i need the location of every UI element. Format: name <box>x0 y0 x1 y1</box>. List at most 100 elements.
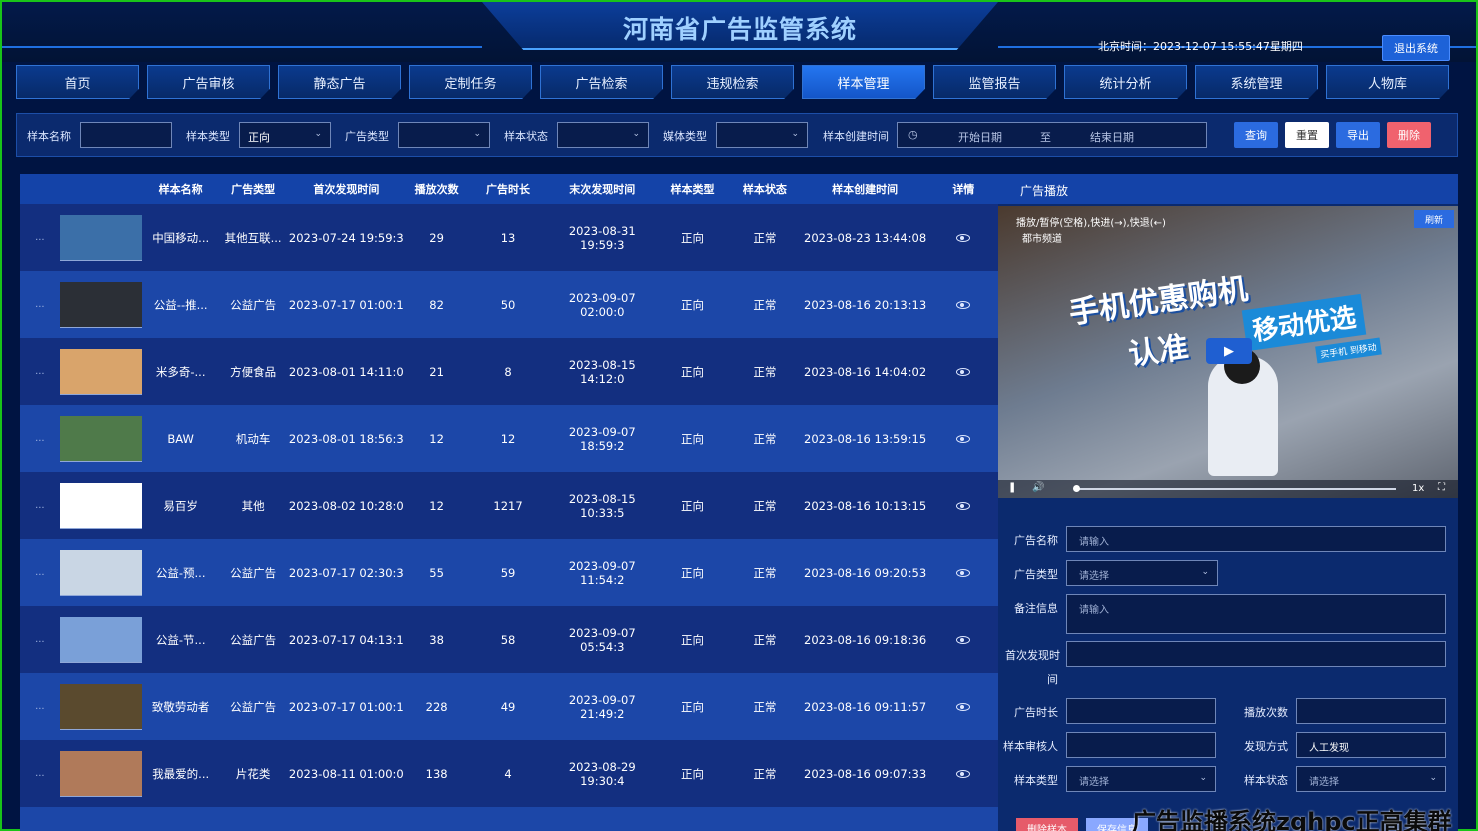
video-player[interactable]: 播放/暂停(空格),快进(→),快退(←) 都市频道 刷新 手机优惠购机 认准 … <box>998 206 1458 498</box>
cell-type: 方便食品 <box>230 364 277 379</box>
cell-name: 中国移动... <box>152 230 210 245</box>
nav-tab-10[interactable]: 人物库 <box>1326 65 1449 99</box>
ad-thumbnail[interactable] <box>59 415 142 462</box>
watermark: 广告监播系统zghpc正高集群 <box>1132 808 1452 831</box>
row-ellipsis[interactable]: ... <box>20 567 60 578</box>
table-row[interactable]: ... 公益-预... 公益广告 2023-07-17 02:30:3 55 59 2023… <box>20 539 998 606</box>
table-row[interactable]: ... 米多奇-... 方便食品 2023-08-01 14:11:0 21 8 2023-… <box>20 338 998 405</box>
cell-created: 2023-08-16 20:13:13 <box>804 297 927 312</box>
query-button[interactable]: 查询 <box>1234 122 1278 148</box>
table-row[interactable]: ... BAW 机动车 2023-08-01 18:56:3 12 12 2023-09-0… <box>20 405 998 472</box>
end-date-placeholder: 结束日期 <box>1090 131 1134 144</box>
nav-tab-9[interactable]: 系统管理 <box>1195 65 1318 99</box>
delete-button[interactable]: 删除 <box>1387 122 1431 148</box>
ad-thumbnail[interactable] <box>59 616 142 663</box>
eye-icon[interactable] <box>956 702 971 711</box>
sample-table: 样本名称 广告类型 首次发现时间 播放次数 广告时长 末次发现时间 样本类型 样本状态 样本创建… <box>20 174 998 831</box>
cell-first: 2023-07-17 01:00:1 <box>288 297 404 312</box>
cell-first: 2023-07-24 19:59:3 <box>288 230 404 245</box>
chevron-down-icon: ⌄ <box>1429 773 1437 783</box>
ad-type-select[interactable]: ⌄ <box>398 122 490 148</box>
eye-icon[interactable] <box>956 769 971 778</box>
table-row[interactable]: ... 公益--推... 公益广告 2023-07-17 01:00:1 82 50 202… <box>20 271 998 338</box>
cell-status: 正常 <box>753 364 777 379</box>
progress-handle[interactable] <box>1073 485 1080 492</box>
logout-button[interactable]: 退出系统 <box>1382 35 1450 61</box>
discover-input[interactable]: 人工发现 <box>1296 732 1446 758</box>
nav-tab-5[interactable]: 违规检索 <box>671 65 794 99</box>
row-ellipsis[interactable]: ... <box>20 701 60 712</box>
media-type-select[interactable]: ⌄ <box>716 122 808 148</box>
nav-tab-1[interactable]: 广告审核 <box>147 65 270 99</box>
main-nav: 首页 广告审核 静态广告 定制任务 广告检索 违规检索 样本管理 监管报告 统计分析 系统管理 人物… <box>16 65 1449 99</box>
thumb-cell <box>59 750 143 797</box>
cell-first: 2023-07-17 02:30:3 <box>288 565 404 580</box>
ad-name-input[interactable]: 请输入 <box>1066 526 1446 552</box>
speed-button[interactable]: 1x <box>1412 483 1424 494</box>
row-ellipsis[interactable]: ... <box>20 366 60 377</box>
eye-icon[interactable] <box>956 300 971 309</box>
row-ellipsis[interactable]: ... <box>20 500 60 511</box>
table-row[interactable]: ... 中国移动... 其他互联... 2023-07-24 19:59:3 29 13 2… <box>20 204 998 271</box>
form-sample-type-select[interactable]: 请选择 ⌄ <box>1066 766 1216 792</box>
volume-icon[interactable]: 🔊 <box>1032 482 1044 493</box>
ad-thumbnail[interactable] <box>59 482 142 529</box>
delete-sample-button[interactable]: 删除样本 <box>1016 818 1078 831</box>
eye-icon[interactable] <box>956 434 971 443</box>
cell-created: 2023-08-16 09:11:57 <box>804 699 927 714</box>
row-ellipsis[interactable]: ... <box>20 299 60 310</box>
eye-icon[interactable] <box>956 233 971 242</box>
table-row[interactable]: ... 我最爱的... 片花类 2023-08-11 01:00:0 138 4 2023-… <box>20 740 998 807</box>
nav-tab-4[interactable]: 广告检索 <box>540 65 663 99</box>
table-row[interactable]: ... 公益-节... 公益广告 2023-07-17 04:13:1 38 58 2023… <box>20 606 998 673</box>
play-icon[interactable]: ▶ <box>1206 338 1252 364</box>
table-row[interactable]: ... 易百岁 其他 2023-08-02 10:28:0 12 1217 2023-08-… <box>20 472 998 539</box>
nav-tab-7[interactable]: 监管报告 <box>933 65 1056 99</box>
cell-status: 正常 <box>753 498 777 513</box>
detail-cell <box>929 432 998 446</box>
eye-icon[interactable] <box>956 501 971 510</box>
fullscreen-icon[interactable]: ⛶ <box>1438 482 1445 493</box>
sample-name-input[interactable] <box>80 122 172 148</box>
plays-input[interactable] <box>1296 698 1446 724</box>
reviewer-input[interactable] <box>1066 732 1216 758</box>
nav-tab-8[interactable]: 统计分析 <box>1064 65 1187 99</box>
ad-thumbnail[interactable] <box>59 750 142 797</box>
cell-stype: 正向 <box>681 297 704 312</box>
row-ellipsis[interactable]: ... <box>20 433 60 444</box>
first-time-input[interactable] <box>1066 641 1446 667</box>
ad-thumbnail[interactable] <box>59 348 142 395</box>
ad-thumbnail[interactable] <box>59 683 142 730</box>
ad-thumbnail[interactable] <box>59 549 142 596</box>
pause-icon[interactable]: ❚ <box>1008 482 1016 493</box>
refresh-button[interactable]: 刷新 <box>1414 210 1454 228</box>
sample-status-select[interactable]: ⌄ <box>557 122 649 148</box>
cell-plays: 21 <box>429 364 444 379</box>
ad-type-select[interactable]: 请选择 ⌄ <box>1066 560 1218 586</box>
eye-icon[interactable] <box>956 568 971 577</box>
reset-button[interactable]: 重置 <box>1285 122 1329 148</box>
row-ellipsis[interactable]: ... <box>20 232 60 243</box>
nav-tab-0[interactable]: 首页 <box>16 65 139 99</box>
sample-type-select[interactable]: 正向 ⌄ <box>239 122 331 148</box>
progress-track[interactable] <box>1076 488 1396 490</box>
nav-tab-3[interactable]: 定制任务 <box>409 65 532 99</box>
cell-duration: 49 <box>500 699 516 714</box>
column-header: 样本类型 <box>670 183 715 196</box>
nav-tab-6[interactable]: 样本管理 <box>802 65 925 99</box>
duration-input[interactable] <box>1066 698 1216 724</box>
ad-thumbnail[interactable] <box>59 214 142 261</box>
ad-thumbnail[interactable] <box>59 281 142 328</box>
form-sample-status-select[interactable]: 请选择 ⌄ <box>1296 766 1446 792</box>
cell-stype: 正向 <box>681 632 704 647</box>
remark-textarea[interactable]: 请输入 <box>1066 594 1446 634</box>
eye-icon[interactable] <box>956 367 971 376</box>
row-ellipsis[interactable]: ... <box>20 768 60 779</box>
row-ellipsis[interactable]: ... <box>20 634 60 645</box>
ad-play-panel: 广告播放 播放/暂停(空格),快进(→),快退(←) 都市频道 刷新 手机优惠购… <box>998 174 1458 831</box>
eye-icon[interactable] <box>956 635 971 644</box>
date-range-picker[interactable]: ◷ 开始日期 至 结束日期 <box>897 122 1207 148</box>
export-button[interactable]: 导出 <box>1336 122 1380 148</box>
nav-tab-2[interactable]: 静态广告 <box>278 65 401 99</box>
table-row[interactable]: ... 致敬劳动者 公益广告 2023-07-17 01:00:1 228 49 2023-… <box>20 673 998 740</box>
